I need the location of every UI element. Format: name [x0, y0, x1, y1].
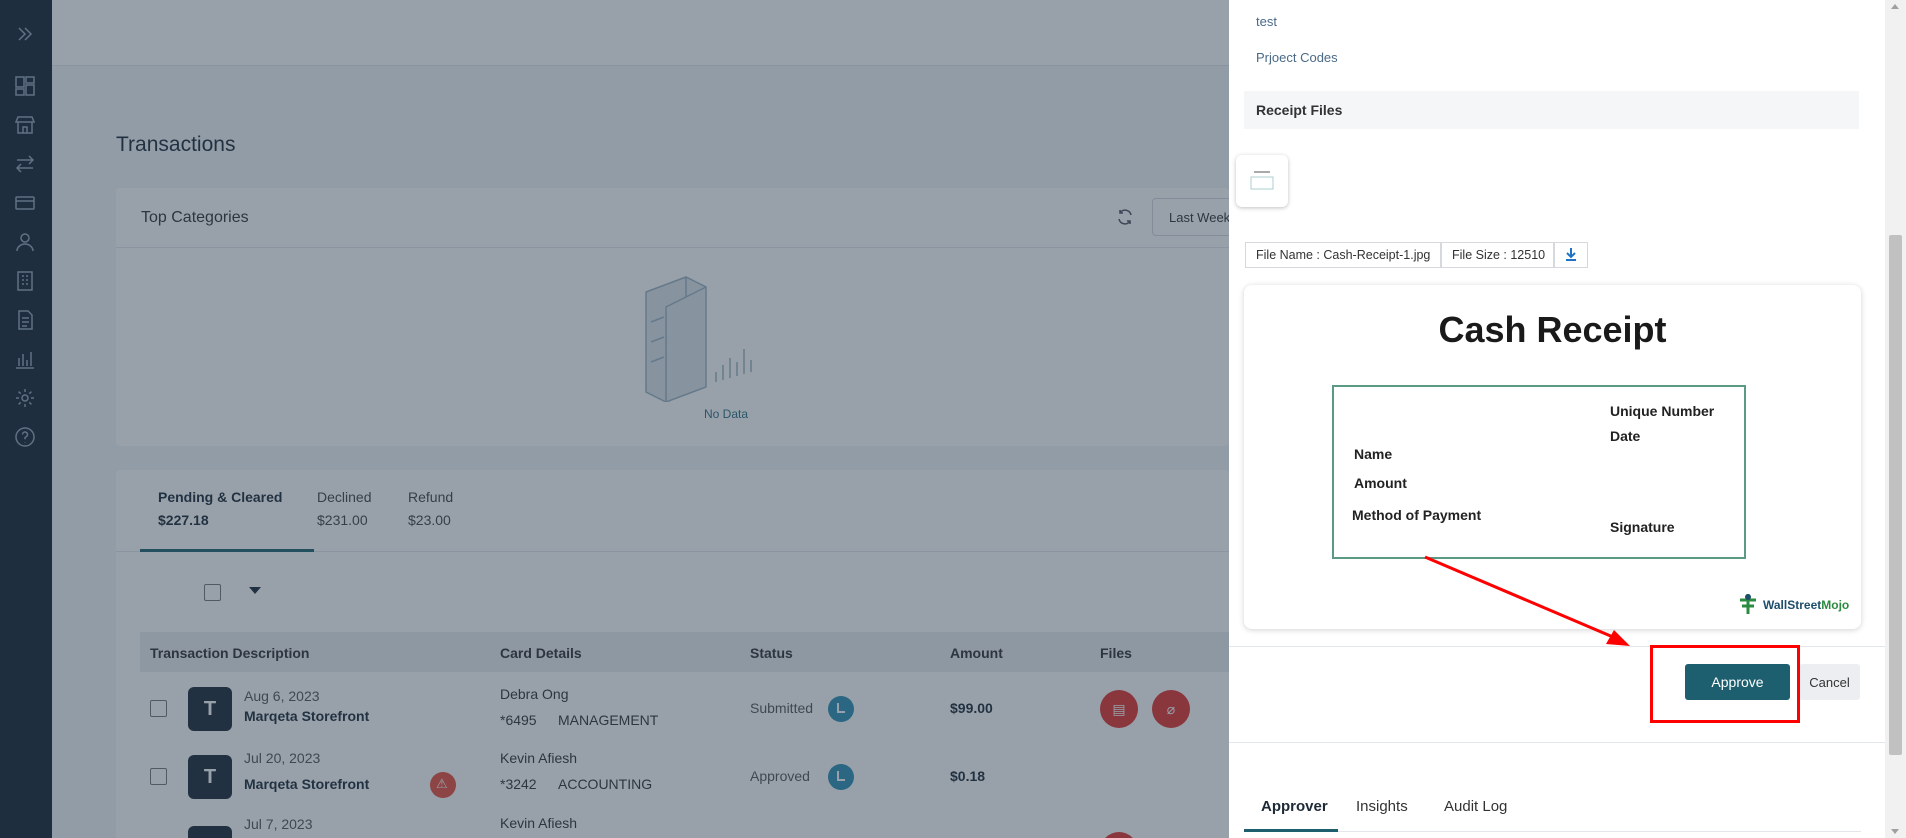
tab-insights[interactable]: Insights [1356, 798, 1408, 815]
drawer-bottom-tabs: Approver Insights Audit Log [1244, 788, 1861, 832]
file-size-label: File Size : 12510 [1441, 242, 1554, 268]
download-icon [1566, 248, 1576, 261]
receipt-files-header: Receipt Files [1244, 91, 1859, 129]
tab-approver[interactable]: Approver [1261, 798, 1328, 815]
logo-mark-icon [1740, 594, 1756, 614]
receipt-field-amount: Amount [1354, 475, 1407, 491]
test-link[interactable]: test [1256, 14, 1277, 29]
project-codes-link[interactable]: Prjoect Codes [1256, 50, 1338, 65]
active-bottom-tab-indicator [1244, 829, 1338, 832]
receipt-field-method: Method of Payment [1352, 507, 1482, 523]
modal-backdrop[interactable] [0, 0, 1229, 838]
drawer-divider [1229, 646, 1885, 647]
receipt-field-name: Name [1354, 446, 1393, 462]
receipt-title: Cash Receipt [1438, 309, 1667, 350]
drawer-scrollbar[interactable] [1885, 0, 1906, 838]
scroll-down-arrow-icon[interactable] [1891, 829, 1899, 834]
scroll-up-arrow-icon[interactable] [1891, 4, 1899, 9]
receipt-mini-icon [1250, 171, 1274, 190]
logo-text: WallStreetMojo [1763, 598, 1849, 612]
drawer-divider [1229, 742, 1885, 743]
wallstreetmojo-logo: WallStreetMojo [1735, 592, 1849, 621]
receipt-form-box: Unique Number Date Name Amount Method of… [1332, 385, 1746, 559]
cancel-button[interactable]: Cancel [1799, 664, 1860, 700]
download-button[interactable] [1554, 242, 1588, 268]
logo-text-b: Mojo [1821, 598, 1850, 612]
receipt-thumbnail[interactable] [1236, 155, 1288, 207]
file-name-label: File Name : Cash-Receipt-1.jpg [1245, 242, 1441, 268]
tab-audit-log[interactable]: Audit Log [1444, 798, 1507, 815]
receipt-field-unique-number: Unique Number [1610, 403, 1715, 419]
receipt-preview[interactable]: Cash Receipt Unique Number Date Name Amo… [1244, 285, 1861, 629]
receipt-files-title: Receipt Files [1256, 102, 1343, 118]
receipt-field-date: Date [1610, 428, 1641, 444]
logo-text-a: WallStreet [1763, 598, 1822, 612]
approve-button[interactable]: Approve [1685, 664, 1790, 700]
scrollbar-thumb[interactable] [1889, 235, 1902, 755]
receipt-field-signature: Signature [1610, 519, 1675, 535]
